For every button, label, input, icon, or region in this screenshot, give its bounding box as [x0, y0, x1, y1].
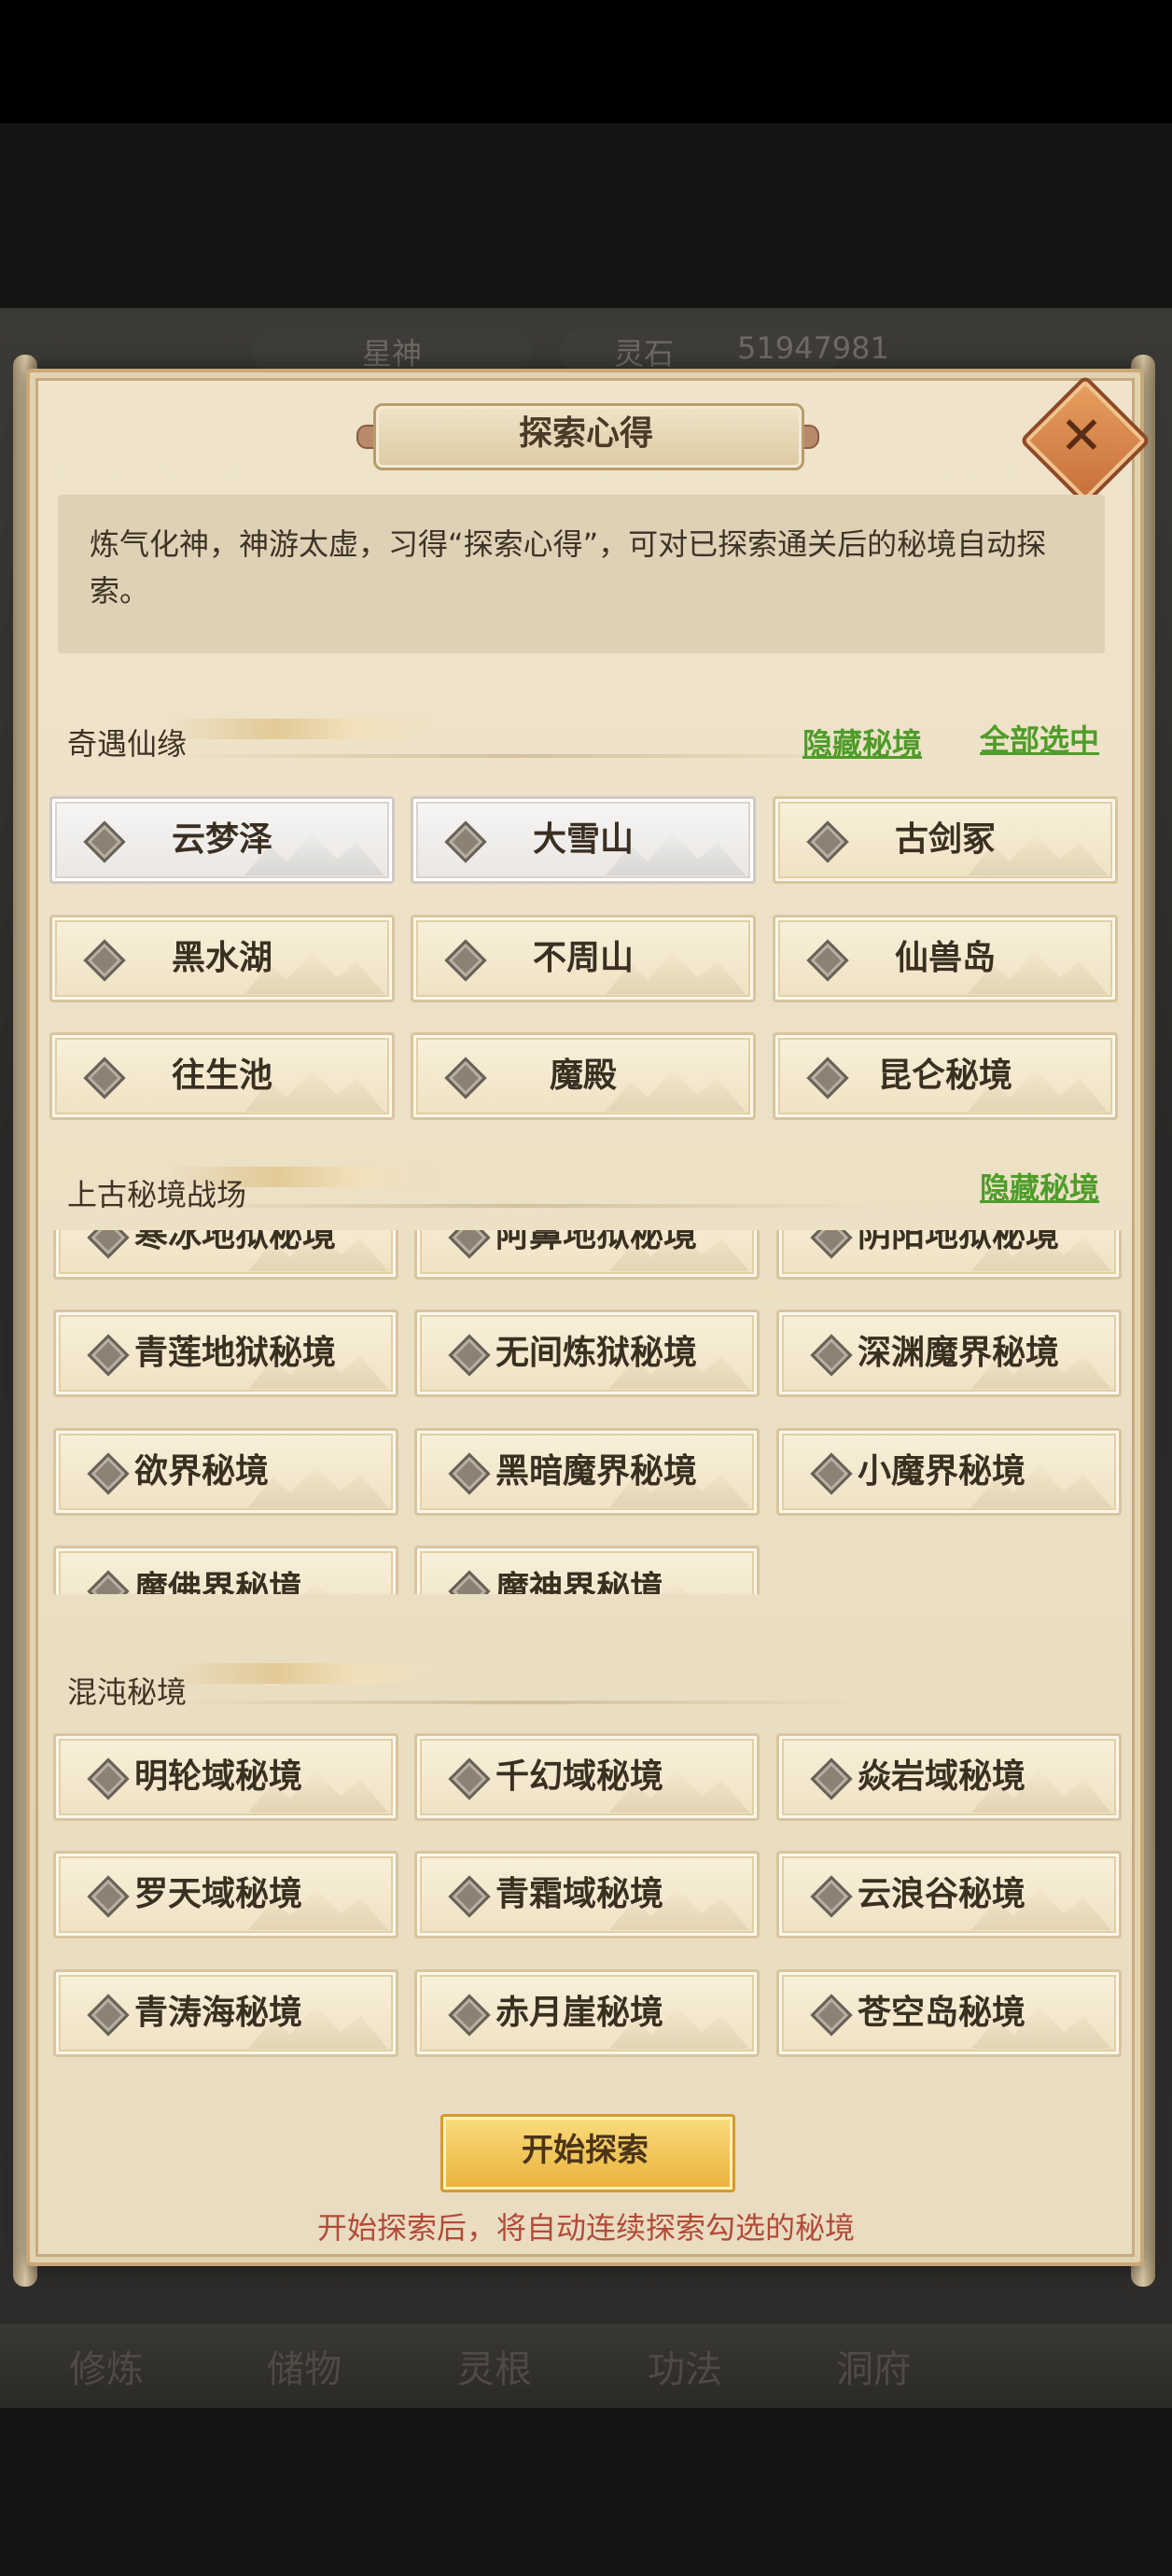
realm-tile[interactable]: 阿鼻地狱秘境 — [414, 1230, 760, 1280]
realm-tile[interactable]: 往生池 — [49, 1032, 395, 1120]
realm-name: 阿鼻地狱秘境 — [495, 1230, 698, 1254]
realm-name: 青涛海秘境 — [134, 1994, 303, 2032]
section-ornament — [168, 719, 439, 739]
realm-tile[interactable]: 大雪山 — [411, 796, 756, 884]
section-title-qiyu: 奇遇仙缘 — [67, 726, 188, 762]
close-icon[interactable]: ✕ — [1039, 394, 1124, 480]
realm-name: 青莲地狱秘境 — [134, 1334, 337, 1372]
currency-label: 灵石 — [614, 336, 675, 371]
realm-tile[interactable]: 阴阳地狱秘境 — [776, 1230, 1122, 1280]
realm-tile[interactable]: 黑水湖 — [49, 915, 395, 1002]
nav-storage: 储物 — [267, 2348, 342, 2391]
realm-name: 仙兽岛 — [894, 939, 996, 977]
realm-tile[interactable]: 仙兽岛 — [773, 915, 1118, 1002]
realm-name: 古剑冢 — [894, 820, 996, 859]
realm-tile[interactable]: 无间炼狱秘境 — [414, 1309, 760, 1397]
realm-name: 黑暗魔界秘境 — [495, 1452, 698, 1491]
realm-name: 欲界秘境 — [134, 1452, 270, 1491]
realm-tile[interactable]: 寒冰地狱秘境 — [53, 1230, 398, 1280]
section-title-shanggu: 上古秘境战场 — [67, 1177, 247, 1212]
description-text: 炼气化神，神游太虚，习得“探索心得”，可对已探索通关后的秘境自动探索。 — [90, 526, 1047, 609]
nav-cave: 洞府 — [836, 2348, 911, 2391]
realm-tile[interactable]: 欲界秘境 — [53, 1428, 398, 1516]
realm-tile[interactable]: 青莲地狱秘境 — [53, 1309, 398, 1397]
realm-name: 魔神界秘境 — [495, 1570, 664, 1594]
realm-tile[interactable]: 罗天域秘境 — [53, 1851, 398, 1939]
realm-tile[interactable]: 黑暗魔界秘境 — [414, 1428, 760, 1516]
realm-tile[interactable]: 魔神界秘境 — [414, 1546, 760, 1594]
realm-tile[interactable]: 青涛海秘境 — [53, 1969, 398, 2057]
section-divider — [159, 1701, 877, 1704]
realm-name: 赤月崖秘境 — [495, 1994, 664, 2032]
realm-tile[interactable]: 古剑冢 — [773, 796, 1118, 884]
realm-tile[interactable]: 青霜域秘境 — [414, 1851, 760, 1939]
realm-name: 阴阳地狱秘境 — [858, 1230, 1060, 1254]
realm-name: 云浪谷秘境 — [858, 1875, 1026, 1913]
realm-name: 深渊魔界秘境 — [858, 1334, 1060, 1372]
section-shanggu-scroll[interactable]: 寒冰地狱秘境 阿鼻地狱秘境 阴阳地狱秘境青莲地狱秘境 无间炼狱秘境 深渊魔界秘境欲界秘境… — [0, 1230, 1172, 1594]
status-bar — [0, 0, 1172, 123]
nav-cultivate: 修炼 — [69, 2348, 144, 2391]
realm-tile[interactable]: 魔佛界秘境 — [53, 1546, 398, 1594]
realm-name: 小魔界秘境 — [858, 1452, 1026, 1491]
select-all-link[interactable]: 全部选中 — [980, 717, 1099, 760]
realm-name: 魔殿 — [549, 1057, 617, 1095]
background-bottom-nav: 修炼 储物 灵根 功法 洞府 — [0, 2324, 1172, 2408]
realm-name: 不周山 — [532, 939, 634, 977]
hide-secret-realm-link[interactable]: 隐藏秘境 — [802, 721, 922, 763]
start-explore-label[interactable]: 开始探索 — [440, 2114, 730, 2187]
section-ornament — [168, 1663, 439, 1684]
realm-tile[interactable]: 昆仑秘境 — [773, 1032, 1118, 1120]
realm-tile[interactable]: 云梦泽 — [49, 796, 395, 884]
realm-tile[interactable]: 明轮域秘境 — [53, 1733, 398, 1821]
start-hint: 开始探索后，将自动连续探索勾选的秘境 — [316, 2210, 855, 2246]
realm-tile[interactable]: 不周山 — [411, 915, 756, 1002]
realm-name: 苍空岛秘境 — [858, 1994, 1026, 2032]
realm-name: 大雪山 — [532, 820, 634, 859]
nav-spirit-root: 灵根 — [457, 2348, 532, 2391]
nav-techniques: 功法 — [648, 2348, 722, 2391]
realm-tile[interactable]: 魔殿 — [411, 1032, 756, 1120]
realm-name: 昆仑秘境 — [877, 1057, 1012, 1095]
realm-name: 千幻域秘境 — [495, 1757, 664, 1796]
hide-secret-realm-link[interactable]: 隐藏秘境 — [980, 1165, 1099, 1208]
section-divider — [159, 754, 877, 758]
section-shanggu-grid: 寒冰地狱秘境 阿鼻地狱秘境 阴阳地狱秘境青莲地狱秘境 无间炼狱秘境 深渊魔界秘境欲界秘境… — [0, 1230, 1172, 1594]
section-title-hundun: 混沌秘境 — [67, 1674, 188, 1710]
realm-tile[interactable]: 苍空岛秘境 — [776, 1969, 1122, 2057]
realm-tile[interactable]: 赤月崖秘境 — [414, 1969, 760, 2057]
realm-name: 黑水湖 — [171, 939, 272, 977]
realm-tile[interactable]: 深渊魔界秘境 — [776, 1309, 1122, 1397]
realm-tile[interactable]: 千幻域秘境 — [414, 1733, 760, 1821]
realm-tile[interactable]: 云浪谷秘境 — [776, 1851, 1122, 1939]
realm-name: 寒冰地狱秘境 — [134, 1230, 337, 1254]
realm-name: 云梦泽 — [171, 820, 272, 859]
realm-name: 无间炼狱秘境 — [495, 1334, 698, 1372]
realm-name: 焱岩域秘境 — [858, 1757, 1026, 1796]
realm-name: 青霜域秘境 — [495, 1875, 664, 1913]
realm-tile[interactable]: 焱岩域秘境 — [776, 1733, 1122, 1821]
player-name: 星神 — [362, 336, 423, 371]
realm-tile[interactable]: 小魔界秘境 — [776, 1428, 1122, 1516]
currency-value: 51947981 — [737, 330, 889, 366]
section-divider — [159, 1204, 877, 1208]
realm-name: 明轮域秘境 — [134, 1757, 303, 1796]
realm-name: 魔佛界秘境 — [134, 1570, 303, 1594]
dialog-title: 探索心得 — [518, 414, 653, 453]
realm-name: 罗天域秘境 — [134, 1875, 303, 1913]
realm-name: 往生池 — [171, 1057, 272, 1095]
